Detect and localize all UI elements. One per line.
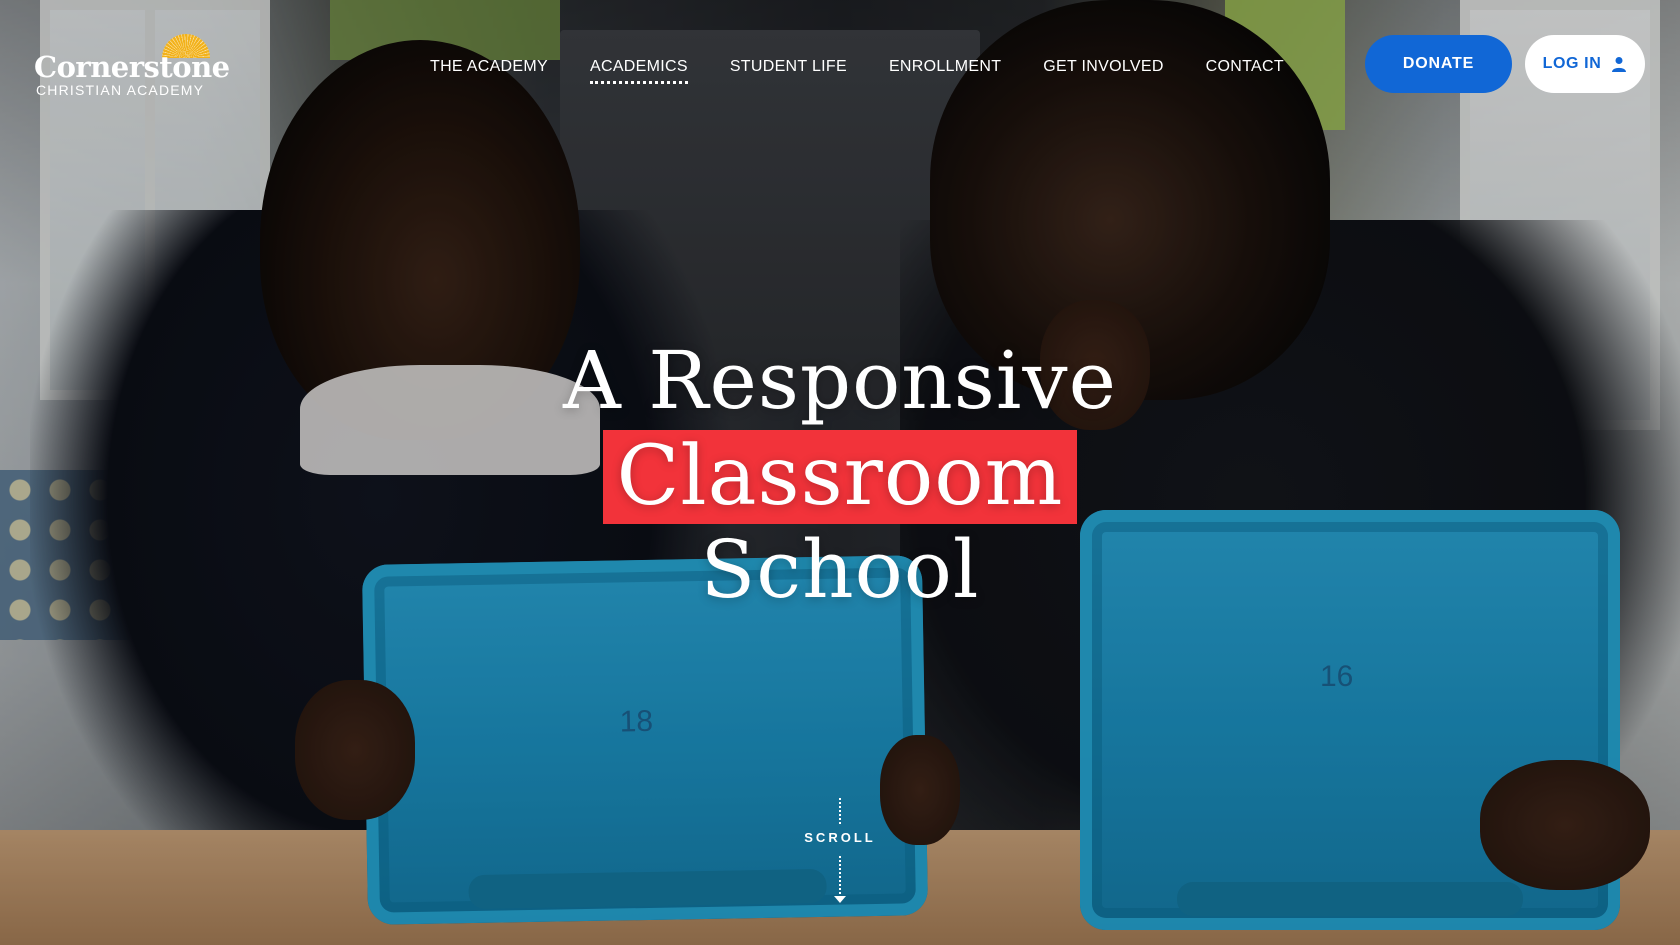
- nav-item-academics[interactable]: ACADEMICS: [590, 54, 688, 84]
- headline-line-3: School: [700, 523, 980, 616]
- donate-button[interactable]: DONATE: [1365, 35, 1512, 93]
- nav-item-the-academy[interactable]: THE ACADEMY: [430, 54, 548, 84]
- nav-item-get-involved[interactable]: GET INVOLVED: [1043, 54, 1163, 84]
- headline-line-2: Classroom: [0, 430, 1680, 524]
- logo-subtitle: CHRISTIAN ACADEMY: [36, 82, 205, 98]
- site-logo[interactable]: Cornerstone CHRISTIAN ACADEMY: [34, 30, 230, 100]
- nav-item-enrollment[interactable]: ENROLLMENT: [889, 54, 1001, 84]
- main-navigation: THE ACADEMY ACADEMICS STUDENT LIFE ENROL…: [430, 54, 1326, 84]
- scroll-dots-top: [839, 798, 841, 824]
- user-icon: [1612, 57, 1627, 72]
- headline-highlight: Classroom: [602, 430, 1078, 524]
- logo-name: Cornerstone: [34, 50, 230, 84]
- nav-item-contact[interactable]: CONTACT: [1206, 54, 1284, 84]
- headline-line-1: A Responsive: [563, 334, 1117, 427]
- login-button[interactable]: LOG IN: [1525, 35, 1645, 93]
- scroll-dots-bottom: [839, 856, 841, 894]
- arrow-down-icon: [834, 896, 846, 903]
- nav-item-student-life[interactable]: STUDENT LIFE: [730, 54, 847, 84]
- scroll-label: SCROLL: [804, 830, 876, 845]
- login-label: LOG IN: [1542, 55, 1602, 72]
